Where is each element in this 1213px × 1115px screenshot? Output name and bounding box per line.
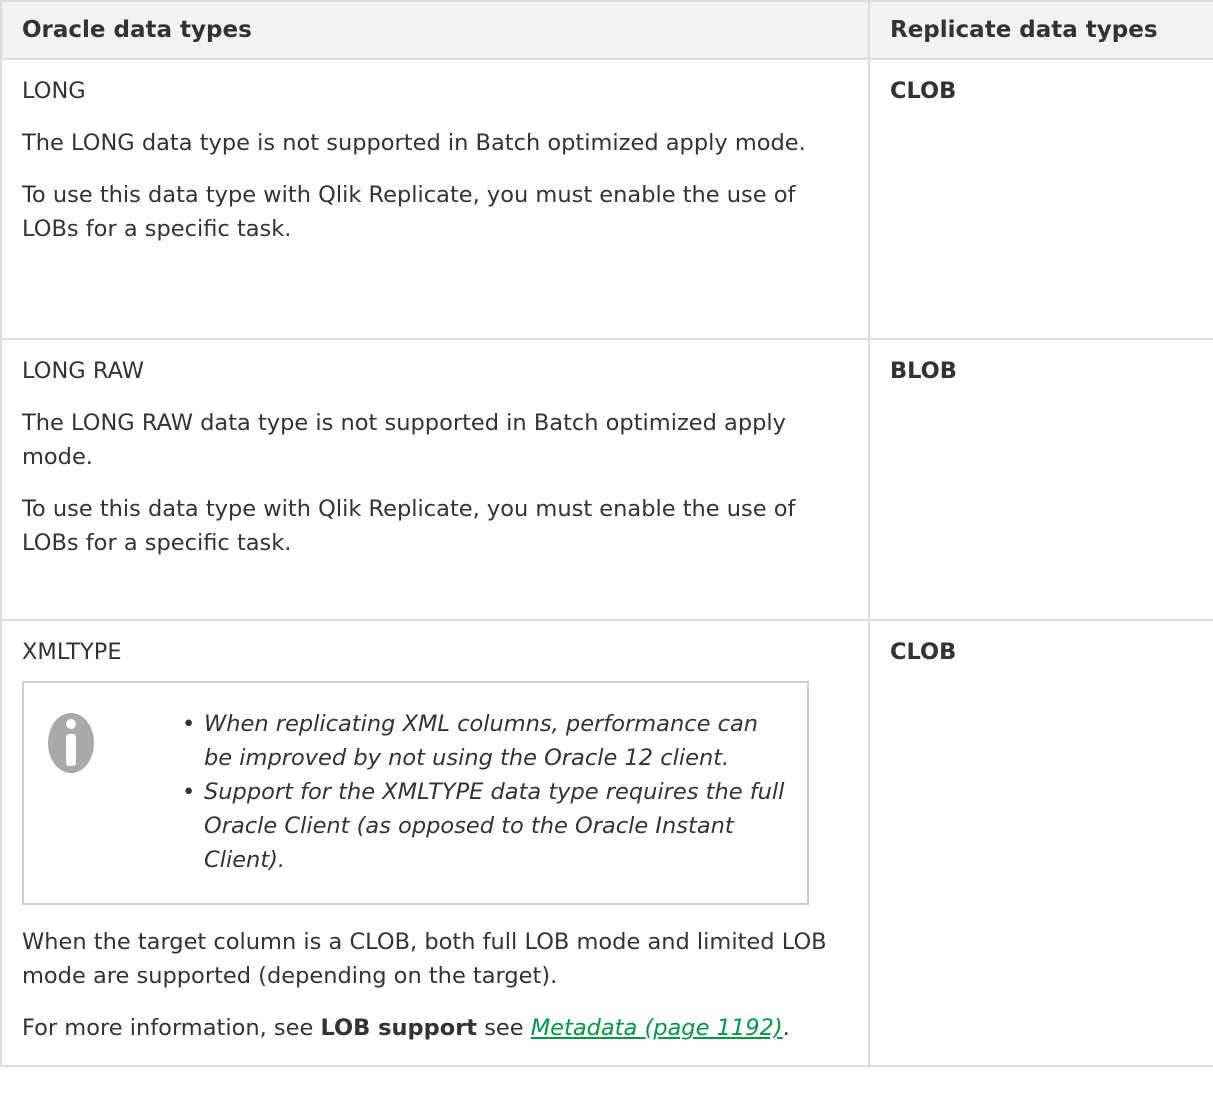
- replicate-type-name: CLOB: [890, 78, 957, 104]
- note-list: When replicating XML columns, performanc…: [116, 707, 785, 877]
- table-row: LONG The LONG data type is not supported…: [0, 58, 1213, 340]
- more-info-middle: see: [477, 1015, 531, 1041]
- description-paragraph: The LONG RAW data type is not supported …: [22, 410, 786, 470]
- replicate-type-name: BLOB: [890, 358, 957, 384]
- replicate-type-name: CLOB: [890, 639, 957, 665]
- more-info-line: For more information, see LOB support se…: [22, 1011, 848, 1045]
- description-paragraph: To use this data type with Qlik Replicat…: [22, 496, 796, 556]
- description-paragraph: When the target column is a CLOB, both f…: [22, 929, 827, 989]
- data-type-mapping-table: Oracle data types Replicate data types L…: [0, 0, 1213, 1067]
- oracle-type-name: LONG RAW: [22, 358, 144, 384]
- table-row: XMLTYPE When replicating XML columns, pe…: [0, 619, 1213, 1067]
- table-row: LONG RAW The LONG RAW data type is not s…: [0, 338, 1213, 621]
- description-paragraph: To use this data type with Qlik Replicat…: [22, 182, 796, 242]
- more-info-suffix: .: [782, 1015, 790, 1041]
- info-icon: [46, 707, 116, 877]
- oracle-type-cell: LONG RAW The LONG RAW data type is not s…: [0, 338, 870, 621]
- oracle-type-name: LONG: [22, 78, 86, 104]
- header-replicate-data-types: Replicate data types: [868, 0, 1213, 60]
- description-paragraph: The LONG data type is not supported in B…: [22, 130, 806, 156]
- replicate-type-cell: CLOB: [868, 58, 1213, 340]
- note-box: When replicating XML columns, performanc…: [22, 681, 809, 905]
- note-item: When replicating XML columns, performanc…: [182, 707, 785, 775]
- replicate-type-cell: BLOB: [868, 338, 1213, 621]
- more-info-prefix: For more information, see: [22, 1015, 321, 1041]
- oracle-type-name: XMLTYPE: [22, 639, 122, 665]
- header-oracle-data-types: Oracle data types: [0, 0, 870, 60]
- metadata-link[interactable]: Metadata (page 1192): [531, 1015, 783, 1041]
- table-header-row: Oracle data types Replicate data types: [0, 0, 1213, 60]
- note-item: Support for the XMLTYPE data type requir…: [182, 775, 785, 877]
- oracle-type-cell: XMLTYPE When replicating XML columns, pe…: [0, 619, 870, 1067]
- replicate-type-cell: CLOB: [868, 619, 1213, 1067]
- oracle-type-cell: LONG The LONG data type is not supported…: [0, 58, 870, 340]
- lob-support-label: LOB support: [320, 1015, 478, 1041]
